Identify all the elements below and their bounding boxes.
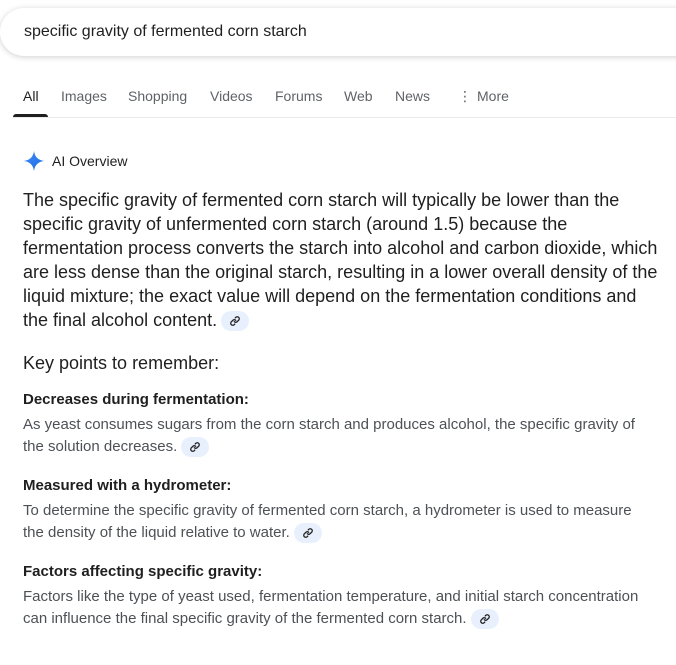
citation-link-button[interactable] xyxy=(293,523,322,544)
tab-news[interactable]: News xyxy=(395,88,430,104)
point-body-text: As yeast consumes sugars from the corn s… xyxy=(23,416,635,455)
citation-link-button[interactable] xyxy=(221,311,250,332)
point-body: As yeast consumes sugars from the corn s… xyxy=(23,414,643,458)
tab-shopping[interactable]: Shopping xyxy=(128,88,187,104)
ai-overview-header: AI Overview xyxy=(23,149,127,173)
tab-forums[interactable]: Forums xyxy=(275,88,322,104)
summary-text: The specific gravity of fermented corn s… xyxy=(23,190,658,330)
link-icon xyxy=(230,316,240,327)
point-body-text: To determine the specific gravity of fer… xyxy=(23,502,632,541)
search-results-page: specific gravity of fermented corn starc… xyxy=(0,0,676,665)
tab-more[interactable]: ⋮ More xyxy=(458,88,509,105)
point-body: Factors like the type of yeast used, fer… xyxy=(23,586,643,630)
tab-all[interactable]: All xyxy=(23,88,39,104)
ai-overview-title: AI Overview xyxy=(52,153,128,169)
citation-link-button[interactable] xyxy=(181,437,210,458)
point-title: Decreases during fermentation: xyxy=(23,391,249,408)
tab-more-label: More xyxy=(477,88,509,104)
key-points-heading: Key points to remember: xyxy=(23,353,220,373)
tab-images[interactable]: Images xyxy=(61,88,107,104)
link-icon xyxy=(479,614,490,624)
tab-web[interactable]: Web xyxy=(344,88,373,104)
ai-overview-summary: The specific gravity of fermented corn s… xyxy=(23,188,659,332)
link-icon xyxy=(303,528,313,538)
tab-videos[interactable]: Videos xyxy=(210,88,253,104)
search-input[interactable]: specific gravity of fermented corn starc… xyxy=(24,23,307,41)
citation-link-button[interactable] xyxy=(470,609,499,630)
point-body-text: Factors like the type of yeast used, fer… xyxy=(23,588,639,627)
point-body: To determine the specific gravity of fer… xyxy=(23,500,643,544)
sparkle-icon xyxy=(23,150,45,172)
point-title: Measured with a hydrometer: xyxy=(23,477,232,494)
link-icon xyxy=(190,442,201,452)
search-tabs: All Images Shopping Videos Forums Web Ne… xyxy=(0,84,676,118)
tabs-divider xyxy=(13,117,676,118)
search-bar[interactable]: specific gravity of fermented corn starc… xyxy=(0,8,676,56)
vertical-dots-icon: ⋮ xyxy=(458,88,472,104)
point-title: Factors affecting specific gravity: xyxy=(23,563,263,580)
